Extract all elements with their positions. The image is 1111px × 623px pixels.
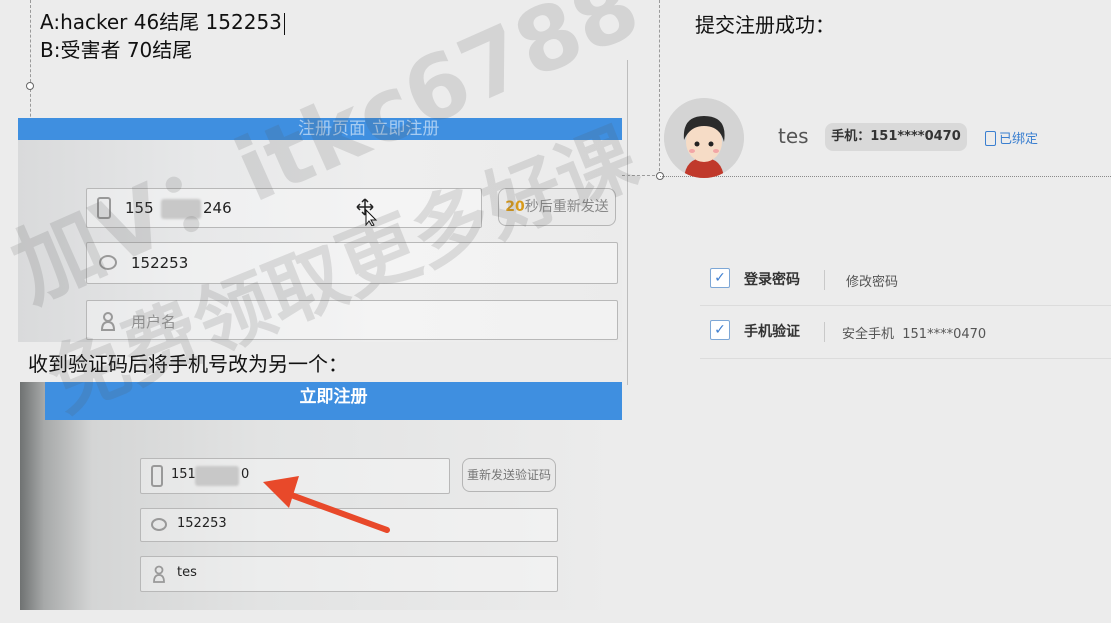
register-bar-top: 注册页面 立即注册 xyxy=(18,118,622,140)
heading-register-success: 提交注册成功： xyxy=(695,13,835,37)
phone-input[interactable]: 155 246 xyxy=(86,188,482,228)
secure-phone-text: 安全手机 151****0470 xyxy=(842,327,987,342)
username-input[interactable]: tes xyxy=(140,556,558,592)
countdown-seconds: 20 xyxy=(505,199,525,215)
red-arrow-annotation xyxy=(255,470,395,544)
text-caret xyxy=(283,12,285,35)
security-label-password: 登录密码 xyxy=(744,272,800,288)
code-value: 152253 xyxy=(131,254,189,272)
note-line-a[interactable]: A:hacker 46结尾 152253 xyxy=(40,6,285,35)
register-bar-faded-label: 注册页面 立即注册 xyxy=(298,119,440,139)
message-icon xyxy=(151,518,167,531)
code-value: 152253 xyxy=(177,516,227,531)
row-divider xyxy=(700,305,1111,306)
avatar xyxy=(664,98,744,178)
username-placeholder: 用户名 xyxy=(131,313,177,331)
bound-label: 已绑定 xyxy=(999,132,1039,147)
heading-after-code: 收到验证码后将手机号改为另一个： xyxy=(28,352,348,376)
username-value: tes xyxy=(177,565,197,580)
separator xyxy=(824,270,825,290)
phone-prefix: 151 xyxy=(171,467,196,482)
note-line-b[interactable]: B:受害者 70结尾 xyxy=(40,34,192,63)
check-icon[interactable]: ✓ xyxy=(710,268,730,288)
security-row-password: ✓ 登录密码 修改密码 xyxy=(708,268,1088,292)
countdown-label: 秒后重新发送 xyxy=(524,199,609,215)
divider-vertical xyxy=(627,60,628,385)
change-password-link[interactable]: 修改密码 xyxy=(846,271,898,290)
screenshot-modified-form: 立即注册 151 0 重新发送验证码 152253 tes xyxy=(20,382,622,610)
phone-prefix: 155 xyxy=(125,199,154,217)
resend-code-button[interactable]: 重新发送验证码 xyxy=(462,458,556,492)
screenshot-registration-form: 注册页面 立即注册 155 246 20秒后重新发送 152253 用户名 xyxy=(18,118,622,342)
username-input[interactable]: 用户名 xyxy=(86,300,618,340)
register-button-label: 立即注册 xyxy=(299,387,368,407)
profile-username: tes xyxy=(778,124,809,148)
check-icon[interactable]: ✓ xyxy=(710,320,730,340)
security-row-phone: ✓ 手机验证 安全手机 151****0470 xyxy=(708,320,1108,344)
move-cursor-icon xyxy=(356,198,378,230)
resend-countdown-button[interactable]: 20秒后重新发送 xyxy=(498,188,616,226)
guide-dotted-line xyxy=(660,176,1111,177)
resize-handle-left-mid[interactable] xyxy=(26,82,34,90)
phone-suffix: 246 xyxy=(203,199,232,217)
separator xyxy=(824,322,825,342)
user-icon xyxy=(100,311,116,331)
phone-icon xyxy=(151,465,163,487)
row-divider xyxy=(700,358,1111,359)
profile-phone-pill: 手机：151****0470 xyxy=(825,123,967,151)
verification-code-input[interactable]: 152253 xyxy=(86,242,618,284)
phone-redacted-block xyxy=(161,199,201,219)
phone-bound-icon xyxy=(985,131,996,146)
phone-redacted-block xyxy=(195,466,239,486)
message-icon xyxy=(99,255,117,270)
security-label-phone: 手机验证 xyxy=(744,324,800,340)
user-icon xyxy=(153,565,165,587)
phone-suffix: 0 xyxy=(241,467,250,482)
phone-icon xyxy=(97,197,111,219)
register-button-bar[interactable]: 立即注册 xyxy=(45,382,622,420)
phone-bound-link[interactable]: 已绑定 xyxy=(985,128,1038,147)
